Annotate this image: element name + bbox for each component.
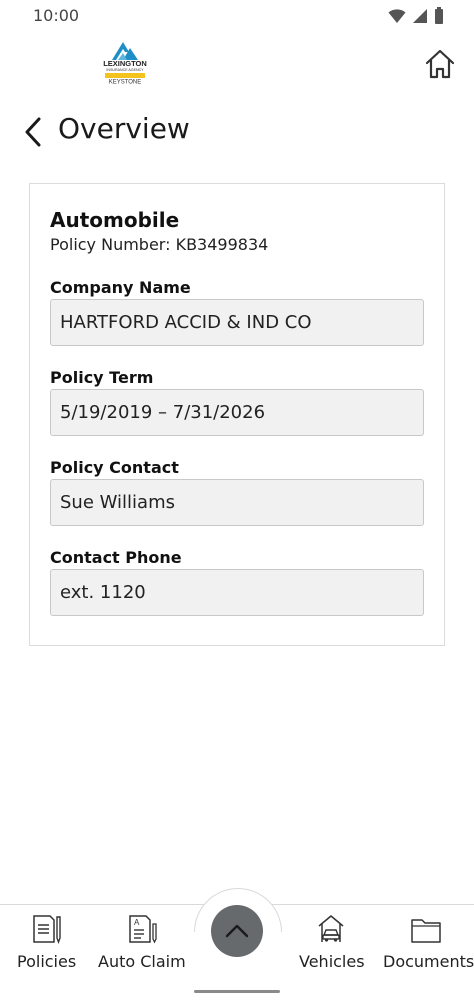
nav-label-auto-claim: Auto Claim bbox=[98, 952, 186, 971]
policy-term-value: 5/19/2019 – 7/31/2026 bbox=[60, 402, 266, 423]
chevron-up-icon bbox=[225, 924, 249, 938]
nav-item-documents[interactable]: Documents bbox=[376, 905, 474, 981]
policies-icon bbox=[33, 915, 61, 944]
company-name-value: HARTFORD ACCID & IND CO bbox=[60, 312, 312, 333]
nav-item-policies[interactable]: Policies bbox=[0, 905, 94, 981]
company-name-field: HARTFORD ACCID & IND CO bbox=[50, 299, 424, 346]
nav-item-vehicles[interactable]: Vehicles bbox=[292, 905, 372, 981]
gesture-home-indicator bbox=[194, 990, 280, 993]
page-title: Overview bbox=[58, 112, 190, 145]
chevron-left-icon bbox=[25, 117, 41, 147]
nav-item-auto-claim[interactable]: A Auto Claim bbox=[94, 905, 190, 981]
policy-number: Policy Number: KB3499834 bbox=[50, 235, 269, 254]
nav-label-documents: Documents bbox=[383, 952, 474, 971]
policy-overview-card: Automobile Policy Number: KB3499834 Comp… bbox=[29, 183, 445, 646]
home-icon bbox=[425, 49, 455, 79]
policy-contact-value: Sue Williams bbox=[60, 492, 175, 513]
policy-term-label: Policy Term bbox=[50, 368, 154, 387]
policy-term-field: 5/19/2019 – 7/31/2026 bbox=[50, 389, 424, 436]
status-time: 10:00 bbox=[33, 6, 80, 25]
battery-icon bbox=[435, 7, 443, 24]
policy-contact-label: Policy Contact bbox=[50, 458, 179, 477]
agency-logo[interactable]: LEXINGTON INSURANCE AGENCY KEYSTONE bbox=[96, 38, 154, 88]
folder-icon bbox=[411, 919, 441, 943]
vehicle-icon bbox=[318, 915, 344, 942]
home-button[interactable] bbox=[422, 46, 458, 82]
nav-label-vehicles: Vehicles bbox=[299, 952, 365, 971]
svg-text:INSURANCE AGENCY: INSURANCE AGENCY bbox=[106, 68, 144, 72]
page-header: Overview bbox=[0, 106, 474, 158]
policy-type: Automobile bbox=[50, 208, 180, 232]
svg-text:LEXINGTON: LEXINGTON bbox=[103, 59, 147, 68]
contact-phone-value: ext. 1120 bbox=[60, 582, 146, 603]
contact-phone-label: Contact Phone bbox=[50, 548, 182, 567]
status-bar: 10:00 bbox=[0, 0, 474, 32]
status-icons bbox=[388, 7, 444, 24]
nav-label-policies: Policies bbox=[17, 952, 77, 971]
back-button[interactable] bbox=[20, 114, 48, 150]
svg-text:A: A bbox=[134, 918, 140, 927]
cellular-signal-icon bbox=[413, 8, 427, 23]
contact-phone-field[interactable]: ext. 1120 bbox=[50, 569, 424, 616]
svg-text:KEYSTONE: KEYSTONE bbox=[109, 80, 142, 86]
company-name-label: Company Name bbox=[50, 278, 191, 297]
policy-contact-field: Sue Williams bbox=[50, 479, 424, 526]
wifi-icon bbox=[388, 8, 406, 23]
expand-menu-button[interactable] bbox=[211, 905, 263, 957]
auto-claim-icon: A bbox=[129, 915, 157, 944]
app-header: LEXINGTON INSURANCE AGENCY KEYSTONE bbox=[0, 32, 474, 96]
